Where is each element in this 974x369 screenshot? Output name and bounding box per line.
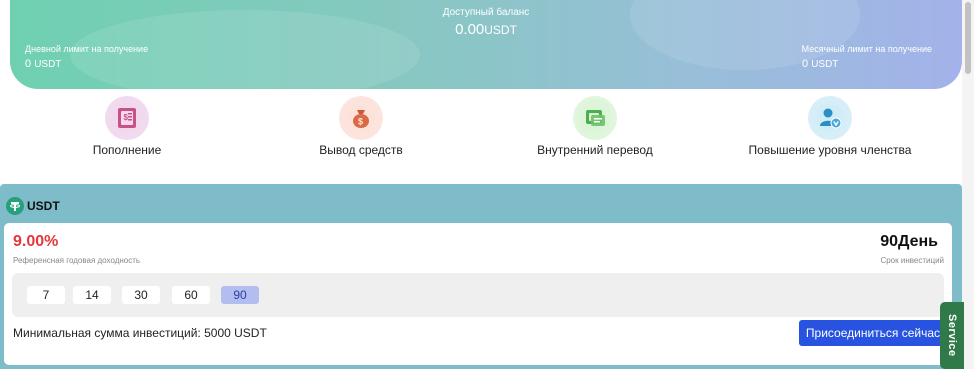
- transfer-icon: [573, 96, 617, 140]
- term-value: 90День: [880, 233, 938, 250]
- daily-limit-unit: USDT: [34, 59, 62, 70]
- member-upgrade-icon: [808, 96, 852, 140]
- term-label: Срок инвестиций: [880, 256, 944, 265]
- term-options: 7 14 30 60 90: [12, 273, 944, 317]
- term-option-7[interactable]: 7: [27, 286, 65, 304]
- term-option-60[interactable]: 60: [172, 286, 210, 304]
- monthly-limit-unit: USDT: [811, 59, 839, 70]
- investment-plan-card: 9.00% Референсная годовая доходность 90Д…: [4, 223, 952, 365]
- monthly-limit-value: 0 USDT: [802, 58, 838, 70]
- balance-card: Доступный баланс 0.00USDT Дневной лимит …: [10, 0, 962, 89]
- available-balance-value: 0.00USDT: [10, 21, 962, 38]
- tether-icon: [6, 197, 24, 215]
- term-option-90[interactable]: 90: [221, 286, 259, 304]
- membership-upgrade-label: Повышение уровня членства: [748, 143, 912, 157]
- daily-limit-value: 0 USDT: [25, 58, 61, 70]
- annual-rate-label: Референсная годовая доходность: [13, 256, 141, 265]
- internal-transfer-label: Внутренний перевод: [537, 143, 653, 157]
- deposit-label: Пополнение: [92, 143, 162, 157]
- available-balance-amount: 0.00: [455, 21, 485, 38]
- term-option-30[interactable]: 30: [122, 286, 160, 304]
- available-balance-unit: USDT: [484, 23, 517, 37]
- service-tab[interactable]: Service: [940, 302, 964, 369]
- internal-transfer-button[interactable]: Внутренний перевод: [485, 96, 705, 157]
- scrollbar-thumb[interactable]: [965, 2, 971, 74]
- product-name: USDT: [27, 199, 60, 213]
- annual-rate-value: 9.00%: [13, 233, 59, 250]
- deposit-button[interactable]: $ Пополнение: [17, 96, 237, 157]
- svg-text:$: $: [358, 117, 363, 127]
- product-header: USDT: [6, 197, 60, 215]
- membership-upgrade-button[interactable]: Повышение уровня членства: [720, 96, 940, 157]
- min-investment-label: Минимальная сумма инвестиций: 5000 USDT: [13, 326, 267, 340]
- monthly-limit-amount: 0: [802, 58, 809, 70]
- deposit-receipt-icon: $: [105, 96, 149, 140]
- money-bag-icon: $: [339, 96, 383, 140]
- withdraw-button[interactable]: $ Вывод средств: [251, 96, 471, 157]
- available-balance-label: Доступный баланс: [442, 7, 530, 18]
- usdt-product-section: USDT 9.00% Референсная годовая доходност…: [0, 184, 962, 369]
- svg-text:$: $: [124, 113, 129, 122]
- daily-limit-label: Дневной лимит на получение: [25, 44, 149, 54]
- join-now-button[interactable]: Присоединиться сейчас: [799, 320, 947, 346]
- service-label: Service: [946, 314, 958, 357]
- daily-limit-amount: 0: [25, 58, 32, 70]
- monthly-limit-label: Месячный лимит на получение: [801, 44, 932, 54]
- term-option-14[interactable]: 14: [73, 286, 111, 304]
- withdraw-label: Вывод средств: [319, 143, 403, 157]
